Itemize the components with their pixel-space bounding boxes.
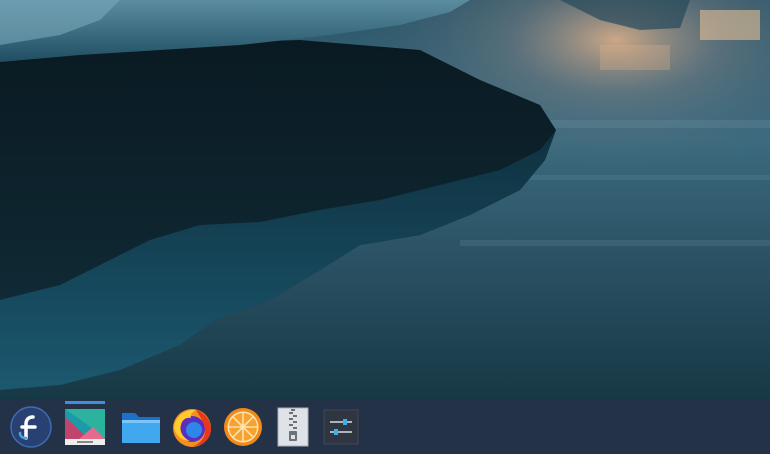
app-launcher-button[interactable] <box>8 399 54 454</box>
settings-sliders-icon <box>323 409 359 444</box>
fedora-logo-icon <box>10 405 52 448</box>
zip-archive-icon <box>277 407 309 446</box>
desktop-pager-button[interactable] <box>62 399 108 454</box>
file-manager-button[interactable] <box>118 399 164 454</box>
media-player-button[interactable] <box>220 399 266 454</box>
system-settings-button[interactable] <box>318 399 364 454</box>
firefox-icon <box>173 408 211 447</box>
taskbar <box>0 399 770 454</box>
folder-icon <box>122 412 160 443</box>
orange-slice-icon <box>224 407 262 446</box>
kde-desktop-icon <box>65 408 105 445</box>
archive-manager-button[interactable] <box>270 399 316 454</box>
desktop-wallpaper <box>0 0 770 399</box>
firefox-button[interactable] <box>169 399 215 454</box>
desktop <box>0 0 770 454</box>
